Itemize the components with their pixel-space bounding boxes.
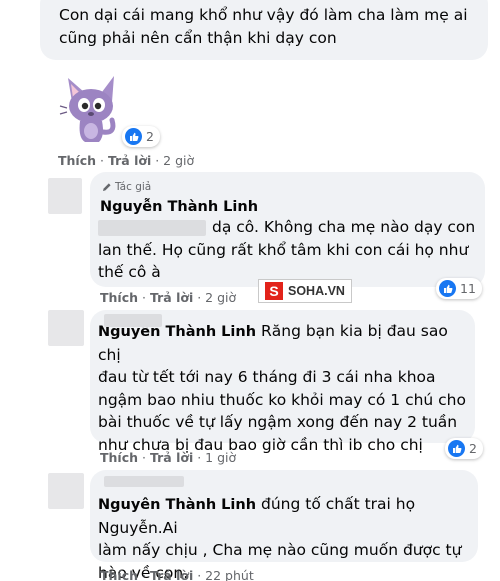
cat-sticker (58, 68, 120, 146)
author-badge-label: Tác giả (115, 181, 152, 193)
reaction-number: 2 (146, 129, 154, 144)
pen-icon (103, 183, 111, 191)
comment-text-line: dạ cô. Không cha mẹ nào dạy con (212, 218, 476, 236)
reaction-number: 2 (469, 441, 477, 456)
comment-text: Con dại cái mang khổ như vậy đó làm cha … (59, 6, 468, 47)
separator: · (100, 153, 108, 168)
reply-bubble: Nguyễn Thành Linh Răng bạn kia bị đau sa… (90, 310, 475, 454)
comment-text-line: thế cô à (98, 263, 161, 281)
separator: · (197, 450, 206, 465)
watermark-text: SOHA.VN (288, 284, 345, 298)
separator: · (142, 450, 150, 465)
avatar[interactable] (48, 473, 84, 509)
comment-text: dạ cô. Không cha mẹ nào dạy con lan thế.… (98, 216, 478, 284)
avatar[interactable] (48, 178, 82, 214)
tagged-name-redacted (104, 314, 162, 327)
comment-actions: Thích · Trả lời · 22 phút (100, 568, 254, 581)
timestamp[interactable]: 2 giờ (163, 153, 194, 168)
reply-button[interactable]: Trả lời (150, 450, 193, 465)
cat-sticker-icon (59, 76, 116, 142)
comment-actions: Thích · Trả lời · 2 giờ (58, 153, 194, 168)
reaction-count[interactable]: 2 (122, 126, 160, 147)
like-icon (125, 128, 142, 145)
author-badge: Tác giả (102, 181, 151, 193)
separator: · (142, 568, 150, 581)
like-button[interactable]: Thích (58, 153, 96, 168)
like-button[interactable]: Thích (100, 290, 138, 305)
comment-bubble: Con dại cái mang khổ như vậy đó làm cha … (40, 0, 488, 60)
separator: · (142, 290, 150, 305)
comment-actions: Thích · Trả lời · 2 giờ (100, 290, 236, 305)
comment-text-rest: đau từ tết tới nay 6 tháng đi 3 cái nha … (98, 368, 466, 454)
tagged-name-redacted (104, 476, 184, 487)
comment-actions: Thích · Trả lời · 1 giờ (100, 450, 236, 465)
reply-button[interactable]: Trả lời (150, 568, 193, 581)
separator: · (155, 153, 164, 168)
separator: · (197, 290, 206, 305)
reaction-count[interactable]: 11 (436, 278, 482, 299)
reaction-number: 11 (460, 281, 476, 296)
commenter-name[interactable]: Nguyên Thành Linh (98, 497, 256, 513)
soha-logo: S (265, 282, 283, 300)
reply-bubble: Nguyên Thành Linh đúng tố chất trai họ N… (90, 470, 478, 581)
commenter-name[interactable]: Nguyễn Thành Linh (100, 199, 258, 215)
timestamp[interactable]: 1 giờ (205, 450, 236, 465)
like-button[interactable]: Thích (100, 568, 138, 581)
reply-bubble: Tác giả Nguyễn Thành Linh dạ cô. Không c… (90, 172, 485, 287)
avatar[interactable] (48, 310, 84, 346)
reaction-count[interactable]: 2 (445, 438, 483, 459)
timestamp[interactable]: 2 giờ (205, 290, 236, 305)
like-button[interactable]: Thích (100, 450, 138, 465)
comment-text: Nguyễn Thành Linh Răng bạn kia bị đau sa… (98, 314, 468, 456)
soha-watermark: S SOHA.VN (258, 279, 352, 303)
tagged-name-redacted (98, 219, 206, 236)
reply-button[interactable]: Trả lời (150, 290, 193, 305)
like-icon (448, 440, 465, 457)
reply-button[interactable]: Trả lời (108, 153, 151, 168)
separator: · (197, 568, 206, 581)
comment-text-line: lan thế. Họ cũng rất khổ tâm khi con cái… (98, 240, 469, 259)
like-icon (439, 280, 456, 297)
timestamp[interactable]: 22 phút (205, 568, 254, 581)
